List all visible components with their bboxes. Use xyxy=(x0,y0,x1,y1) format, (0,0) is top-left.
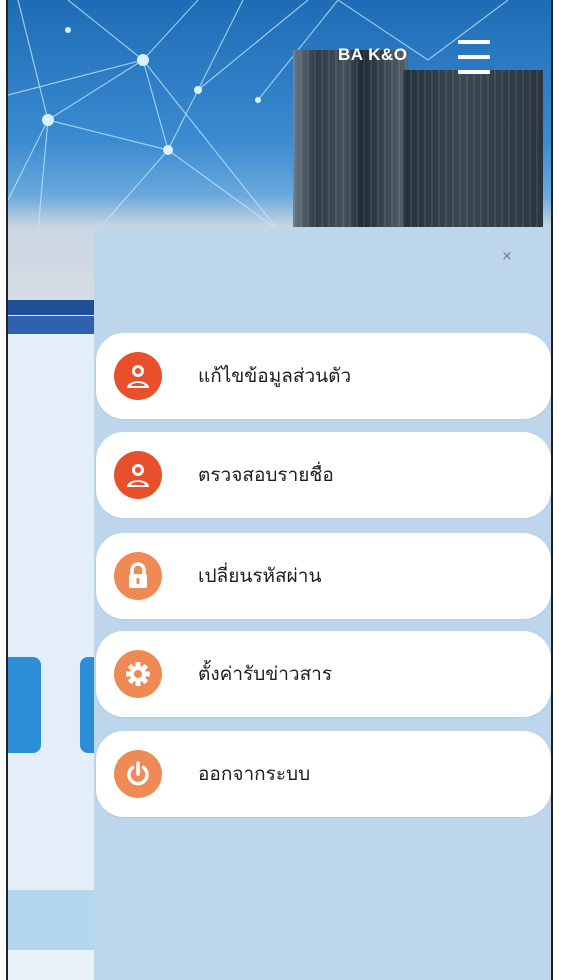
brand-logo-text: BA K&O xyxy=(338,45,408,64)
menu-item-label: ออกจากระบบ xyxy=(198,763,311,785)
gear-icon xyxy=(114,650,162,698)
close-drawer-button[interactable]: × xyxy=(500,250,514,264)
building-image xyxy=(403,70,543,230)
hamburger-menu-icon[interactable] xyxy=(458,40,490,74)
menu-item-label: ตรวจสอบรายชื่อ xyxy=(198,464,334,486)
menu-item-label: ตั้งค่ารับข่าวสาร xyxy=(198,663,333,685)
menu-item-edit-profile[interactable]: แก้ไขข้อมูลส่วนตัว xyxy=(96,333,551,419)
user-icon xyxy=(114,352,162,400)
user-icon xyxy=(114,451,162,499)
menu-item-label: แก้ไขข้อมูลส่วนตัว xyxy=(198,365,352,387)
building-image xyxy=(293,50,408,230)
menu-item-check-list[interactable]: ตรวจสอบรายชื่อ xyxy=(96,432,551,518)
content-tile[interactable] xyxy=(8,657,41,753)
power-icon xyxy=(114,750,162,798)
menu-item-label: เปลี่ยนรหัสผ่าน xyxy=(198,565,322,587)
menu-item-news-settings[interactable]: ตั้งค่ารับข่าวสาร xyxy=(96,631,551,717)
lock-icon xyxy=(114,552,162,600)
menu-item-change-password[interactable]: เปลี่ยนรหัสผ่าน xyxy=(96,533,551,619)
menu-item-logout[interactable]: ออกจากระบบ xyxy=(96,731,551,817)
